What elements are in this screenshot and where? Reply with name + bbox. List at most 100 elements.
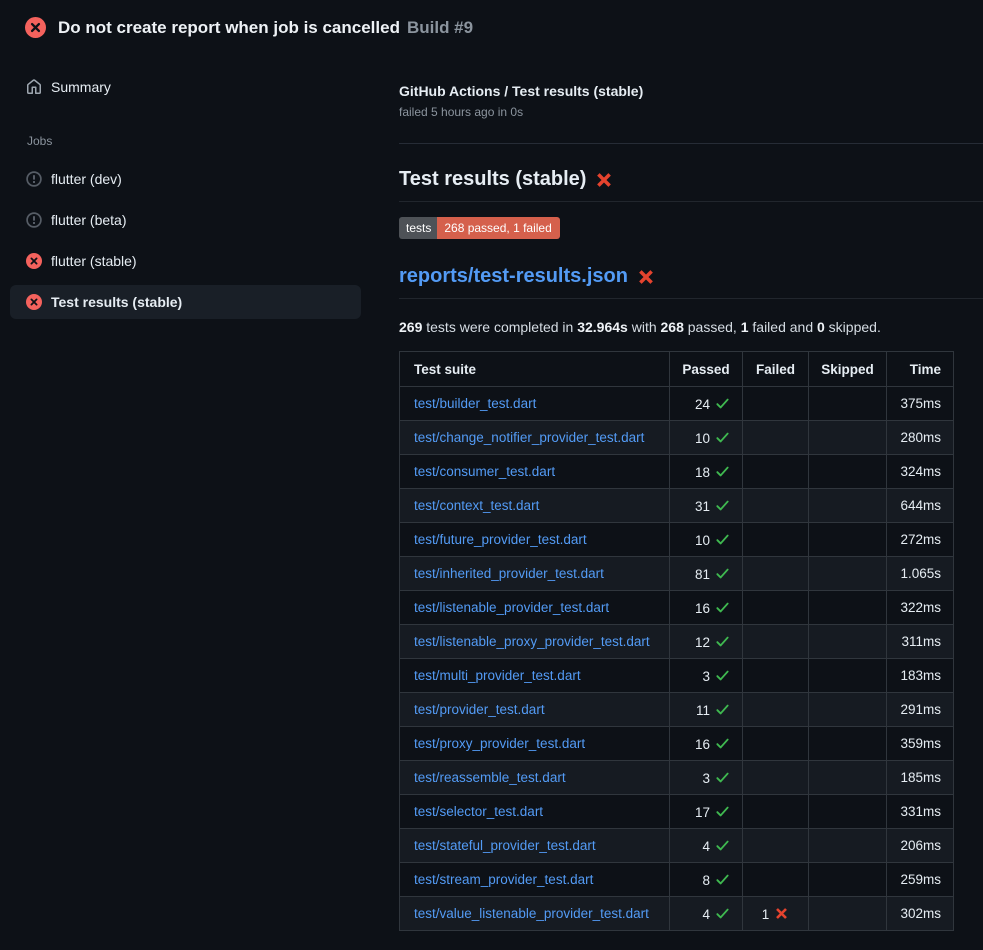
tests-status-badge: tests 268 passed, 1 failed: [399, 217, 560, 239]
summary-total: 269: [399, 319, 422, 335]
sidebar-item-flutter-stable[interactable]: flutter (stable): [10, 244, 361, 278]
table-row: test/listenable_provider_test.dart16322m…: [400, 591, 954, 625]
test-suite-link[interactable]: test/provider_test.dart: [414, 702, 545, 717]
failed-cell: [743, 591, 809, 625]
check-icon: [710, 804, 730, 819]
test-suite-cell: test/inherited_provider_test.dart: [400, 557, 670, 591]
time-cell: 311ms: [887, 625, 954, 659]
skipped-cell: [809, 591, 887, 625]
time-cell: 359ms: [887, 727, 954, 761]
sidebar-item-label: flutter (stable): [51, 253, 137, 269]
time-cell: 185ms: [887, 761, 954, 795]
time-cell: 644ms: [887, 489, 954, 523]
sidebar: Summary Jobs flutter (dev) flut: [0, 52, 375, 319]
breadcrumb: GitHub Actions / Test results (stable): [399, 83, 983, 99]
test-suite-link[interactable]: test/consumer_test.dart: [414, 464, 555, 479]
sidebar-item-flutter-beta[interactable]: flutter (beta): [10, 203, 361, 237]
divider: [399, 298, 983, 299]
sidebar-item-label: flutter (beta): [51, 212, 126, 228]
sidebar-item-label: Test results (stable): [51, 294, 182, 310]
x-mark-icon: [637, 268, 655, 286]
check-icon: [710, 634, 730, 649]
test-suite-link[interactable]: test/reassemble_test.dart: [414, 770, 566, 785]
divider: [399, 143, 983, 144]
test-suite-cell: test/value_listenable_provider_test.dart: [400, 897, 670, 931]
badge-value: 268 passed, 1 failed: [437, 217, 559, 239]
time-cell: 375ms: [887, 387, 954, 421]
passed-cell: 3: [670, 761, 743, 795]
failed-circle-icon: [25, 17, 46, 38]
badge-label: tests: [399, 217, 437, 239]
build-header: Do not create report when job is cancell…: [0, 0, 983, 52]
section-title: Test results (stable): [399, 168, 983, 191]
test-suite-cell: test/context_test.dart: [400, 489, 670, 523]
table-row: test/multi_provider_test.dart3183ms: [400, 659, 954, 693]
table-row: test/context_test.dart31644ms: [400, 489, 954, 523]
failed-cell: [743, 863, 809, 897]
test-suite-cell: test/consumer_test.dart: [400, 455, 670, 489]
failed-cell: [743, 761, 809, 795]
test-suite-link[interactable]: test/builder_test.dart: [414, 396, 536, 411]
passed-cell: 10: [670, 421, 743, 455]
passed-cell: 4: [670, 897, 743, 931]
test-suite-link[interactable]: test/context_test.dart: [414, 498, 539, 513]
sidebar-item-summary[interactable]: Summary: [10, 70, 361, 104]
check-icon: [710, 430, 730, 445]
table-row: test/stateful_provider_test.dart4206ms: [400, 829, 954, 863]
table-header-row: Test suite Passed Failed Skipped Time: [400, 352, 954, 387]
check-icon: [710, 838, 730, 853]
failed-cell: 1: [743, 897, 809, 931]
passed-cell: 8: [670, 863, 743, 897]
test-suite-link[interactable]: test/future_provider_test.dart: [414, 532, 587, 547]
time-cell: 272ms: [887, 523, 954, 557]
passed-cell: 11: [670, 693, 743, 727]
test-results-table: Test suite Passed Failed Skipped Time te…: [399, 351, 954, 931]
test-suite-link[interactable]: test/selector_test.dart: [414, 804, 543, 819]
skipped-cell: [809, 387, 887, 421]
test-suite-link[interactable]: test/stateful_provider_test.dart: [414, 838, 596, 853]
skipped-cell: [809, 659, 887, 693]
column-header-passed: Passed: [670, 352, 743, 387]
test-suite-cell: test/stateful_provider_test.dart: [400, 829, 670, 863]
failed-cell: [743, 795, 809, 829]
failed-circle-icon: [26, 253, 42, 269]
test-suite-link[interactable]: test/change_notifier_provider_test.dart: [414, 430, 644, 445]
skipped-cell: [809, 523, 887, 557]
failed-cell: [743, 727, 809, 761]
skipped-cell: [809, 693, 887, 727]
test-suite-link[interactable]: test/listenable_proxy_provider_test.dart: [414, 634, 650, 649]
time-cell: 183ms: [887, 659, 954, 693]
table-row: test/stream_provider_test.dart8259ms: [400, 863, 954, 897]
passed-cell: 10: [670, 523, 743, 557]
test-suite-link[interactable]: test/inherited_provider_test.dart: [414, 566, 604, 581]
table-row: test/future_provider_test.dart 10 272ms: [400, 523, 954, 557]
table-row: test/value_listenable_provider_test.dart…: [400, 897, 954, 931]
home-icon: [26, 79, 42, 95]
time-cell: 291ms: [887, 693, 954, 727]
test-suite-link[interactable]: test/multi_provider_test.dart: [414, 668, 581, 683]
check-icon: [710, 464, 730, 479]
skipped-cell: [809, 421, 887, 455]
test-suite-link[interactable]: test/stream_provider_test.dart: [414, 872, 593, 887]
check-icon: [710, 532, 730, 547]
failed-cell: [743, 455, 809, 489]
sidebar-item-test-results-stable[interactable]: Test results (stable): [10, 285, 361, 319]
run-status-line: failed 5 hours ago in 0s: [399, 105, 983, 119]
skipped-cell: [809, 897, 887, 931]
passed-cell: 24: [670, 387, 743, 421]
check-icon: [710, 566, 730, 581]
table-row: test/provider_test.dart 11 291ms: [400, 693, 954, 727]
test-suite-link[interactable]: test/proxy_provider_test.dart: [414, 736, 585, 751]
test-suite-cell: test/multi_provider_test.dart: [400, 659, 670, 693]
failed-cell: [743, 489, 809, 523]
test-suite-cell: test/selector_test.dart: [400, 795, 670, 829]
test-suite-link[interactable]: test/value_listenable_provider_test.dart: [414, 906, 649, 921]
table-row: test/reassemble_test.dart 3 185ms: [400, 761, 954, 795]
column-header-skipped: Skipped: [809, 352, 887, 387]
column-header-test-suite: Test suite: [400, 352, 670, 387]
report-file-link[interactable]: reports/test-results.json: [399, 265, 628, 288]
sidebar-item-flutter-dev[interactable]: flutter (dev): [10, 162, 361, 196]
table-row: test/change_notifier_provider_test.dart 1…: [400, 421, 954, 455]
x-mark-icon: [595, 171, 613, 189]
test-suite-link[interactable]: test/listenable_provider_test.dart: [414, 600, 609, 615]
